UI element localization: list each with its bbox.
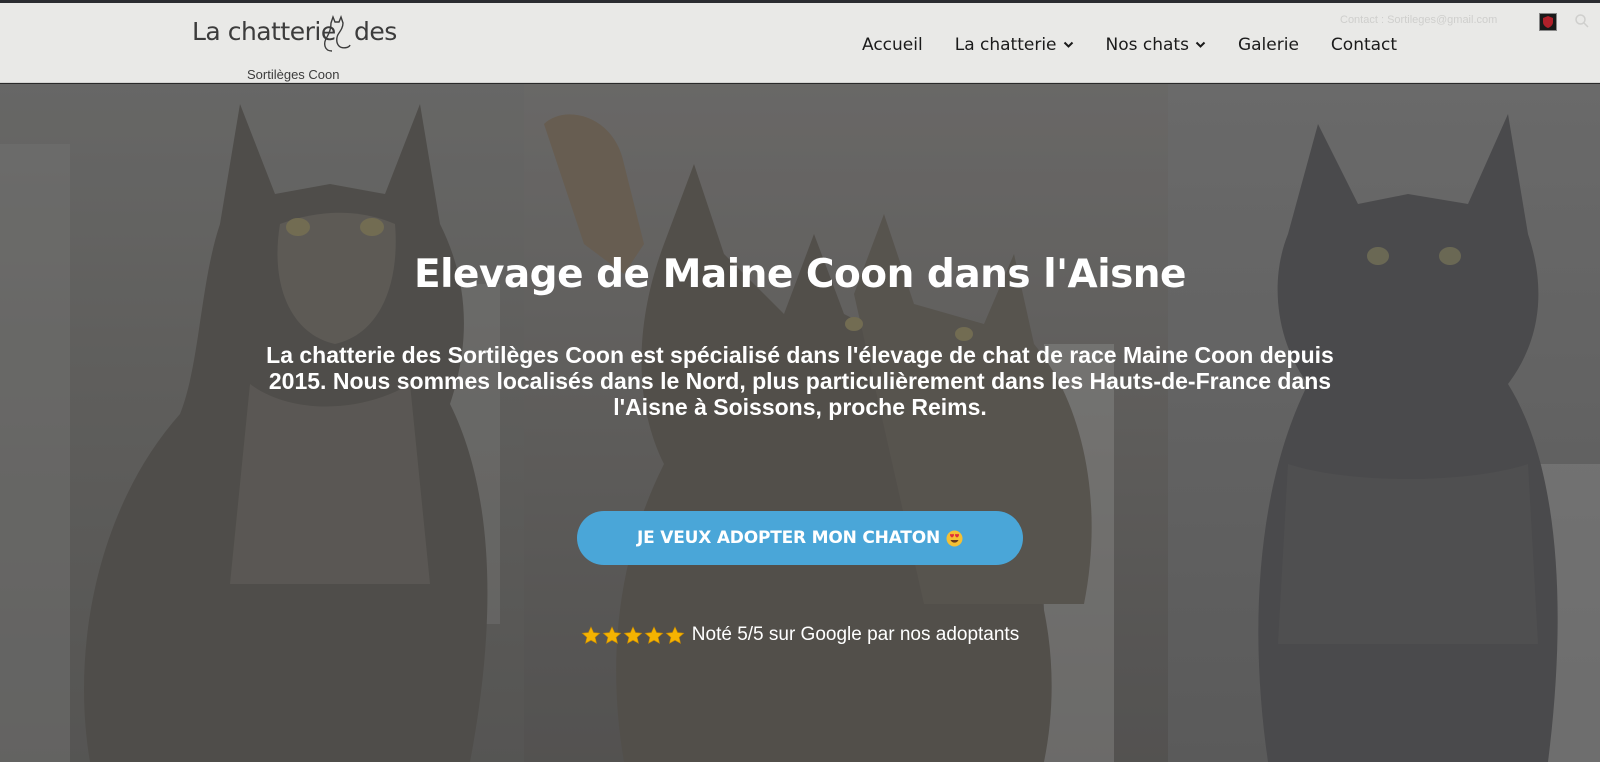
nav-item-accueil[interactable]: Accueil [862,35,923,55]
badge-icon[interactable] [1539,13,1557,31]
chevron-down-icon [1063,41,1073,48]
google-rating: Noté 5/5 sur Google par nos adoptants [0,624,1600,646]
shield-icon [1543,16,1553,28]
site-logo[interactable]: La chatterie des Sortilèges Coon [192,13,402,82]
star-icon [623,625,643,644]
site-header: La chatterie des Sortilèges Coon Accueil… [0,3,1600,83]
star-icon [581,625,601,644]
star-icon [644,625,664,644]
nav-item-label: Contact [1330,35,1398,55]
logo-text-right: des [354,17,397,46]
adopt-kitten-button-label: JE VEUX ADOPTER MON CHATON [637,528,940,548]
nav-item-label: La chatterie [954,35,1057,55]
adopt-kitten-button[interactable]: JE VEUX ADOPTER MON CHATON [577,511,1023,565]
nav-item-nos-chats[interactable]: Nos chats [1106,35,1206,55]
nav-item-contact[interactable]: Contact [1331,35,1397,55]
star-icon [665,625,685,644]
rating-stars [581,625,686,645]
nav-item-la-chatterie[interactable]: La chatterie [955,35,1074,55]
nav-item-label: Galerie [1237,35,1299,55]
logo-subtitle: Sortilèges Coon [247,67,340,82]
cat-silhouette-icon [324,14,351,52]
contact-email-text[interactable]: Contact : Sortileges@gmail.com [1340,14,1497,26]
main-nav: Accueil La chatterie Nos chats Galerie C… [862,33,1397,57]
hero-title: Elevage de Maine Coon dans l'Aisne [413,252,1187,297]
hero-subtitle: La chatterie des Sortilèges Coon est spé… [266,342,1334,420]
star-icon [602,625,622,644]
rating-text: Noté 5/5 sur Google par nos adoptants [691,624,1020,645]
nav-item-label: Nos chats [1105,35,1189,55]
hero-dark-overlay [0,84,1600,762]
nav-item-label: Accueil [862,35,923,55]
nav-item-galerie[interactable]: Galerie [1238,35,1299,55]
logo-text-left: La chatterie [192,17,336,46]
hero-section: Elevage de Maine Coon dans l'Aisne La ch… [0,84,1600,762]
page: La chatterie des Sortilèges Coon Accueil… [0,0,1600,762]
chevron-down-icon [1195,41,1206,48]
heart-eyes-emoji-icon [946,530,963,546]
search-icon[interactable] [1574,13,1590,29]
